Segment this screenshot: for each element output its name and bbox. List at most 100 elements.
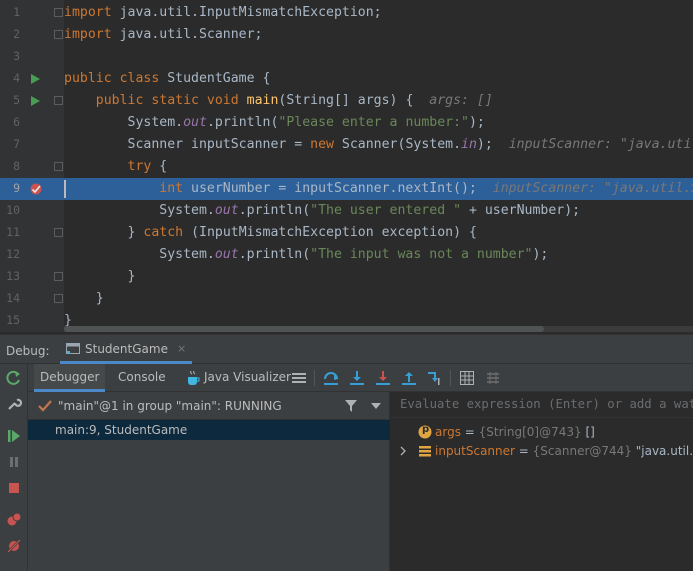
run-method-icon[interactable]	[28, 94, 42, 108]
thread-status: "main"@1 in group "main": RUNNING	[58, 399, 282, 413]
resume-icon	[8, 430, 20, 442]
thread-selector[interactable]: "main"@1 in group "main": RUNNING	[28, 392, 390, 420]
line-number: 9	[13, 181, 20, 195]
mute-breakpoints-button[interactable]	[6, 538, 22, 554]
code-text: import java.util.Scanner;	[64, 27, 263, 42]
step-into-button[interactable]	[348, 369, 366, 387]
code-line-8[interactable]: 8 try {	[0, 156, 693, 178]
run-to-cursor-button[interactable]	[426, 369, 444, 387]
inline-debug-hint: inputScanner: "java.util.Scanner[delimit…	[508, 137, 693, 152]
code-line-2[interactable]: 2 import java.util.Scanner;	[0, 24, 693, 46]
evaluate-expression-input[interactable]: Evaluate expression (Enter) or add a wat…	[391, 392, 693, 418]
toolbar-separator	[450, 370, 451, 386]
code-text: } catch (InputMismatchException exceptio…	[127, 225, 477, 240]
breakpoint-icon[interactable]	[29, 182, 43, 196]
fold-marker[interactable]	[54, 162, 63, 171]
code-line-13[interactable]: 13 }	[0, 266, 693, 288]
variable-row-inputScanner[interactable]: f inputScanner = {Scanner@744} "java.uti…	[391, 440, 693, 462]
fold-marker[interactable]	[54, 228, 63, 237]
stack-frame-row[interactable]: main:9, StudentGame	[28, 420, 390, 440]
variable-ref: {Scanner@744}	[532, 444, 632, 458]
current-execution-line[interactable]: 9 int userNumber = inputScanner.nextInt(…	[0, 178, 693, 200]
rerun-icon	[6, 370, 20, 385]
chevron-right-icon[interactable]	[400, 446, 406, 456]
field-icon	[419, 446, 431, 457]
variable-value: []	[581, 425, 595, 439]
variable-ref: {String[0]@743}	[478, 425, 582, 439]
pause-button[interactable]	[6, 454, 22, 470]
line-number: 12	[6, 247, 20, 261]
code-text: import java.util.InputMismatchException;	[64, 5, 382, 20]
stop-button[interactable]	[6, 480, 22, 496]
view-breakpoints-button[interactable]	[6, 512, 22, 528]
fold-marker[interactable]	[54, 294, 63, 303]
line-number: 11	[6, 225, 20, 239]
check-icon	[38, 400, 52, 412]
horizontal-scrollbar[interactable]	[64, 326, 693, 332]
rerun-button[interactable]	[6, 370, 22, 386]
trace-current-stream-button[interactable]	[484, 369, 502, 387]
debug-left-toolbar	[0, 364, 28, 571]
line-number: 13	[6, 269, 20, 283]
frames-pane: "main"@1 in group "main": RUNNING main:9…	[28, 392, 390, 571]
code-text: public static void main(String[] args) {…	[95, 93, 493, 108]
step-out-button[interactable]	[400, 369, 418, 387]
line-number: 8	[13, 159, 20, 173]
evaluate-placeholder: Evaluate expression (Enter) or add a wat…	[400, 397, 693, 411]
code-text: }	[127, 269, 136, 284]
code-line-12[interactable]: 12 System.out.println("The input was not…	[0, 244, 693, 266]
layout-menu-button[interactable]	[290, 369, 308, 387]
code-line-14[interactable]: 14 }	[0, 288, 693, 310]
wrench-icon	[8, 398, 22, 410]
stream-trace-icon	[487, 372, 499, 384]
code-line-4[interactable]: 4 public class StudentGame {	[0, 68, 693, 90]
code-line-7[interactable]: 7 Scanner inputScanner = new Scanner(Sys…	[0, 134, 693, 156]
run-to-cursor-icon	[428, 372, 440, 385]
tab-debugger[interactable]: Debugger	[34, 364, 106, 392]
line-number: 6	[13, 115, 20, 129]
calculator-icon	[460, 371, 474, 385]
line-number: 15	[6, 313, 20, 327]
code-line-5[interactable]: 5 public static void main(String[] args)…	[0, 90, 693, 112]
code-editor[interactable]: 1 import java.util.InputMismatchExceptio…	[0, 0, 693, 332]
show-execution-point-button[interactable]	[322, 369, 340, 387]
filter-icon[interactable]	[344, 399, 358, 413]
inline-debug-hint: inputScanner: "java.util.Scanner[deli	[492, 181, 693, 196]
fold-marker[interactable]	[54, 8, 63, 17]
code-line-6[interactable]: 6 System.out.println("Please enter a num…	[0, 112, 693, 134]
fold-marker[interactable]	[54, 30, 63, 39]
tab-console[interactable]: Console	[112, 364, 172, 392]
line-number: 3	[13, 49, 20, 63]
variables-pane: Evaluate expression (Enter) or add a wat…	[391, 392, 693, 571]
menu-icon	[292, 373, 306, 383]
line-number: 10	[6, 203, 20, 217]
code-text: System.out.println("Please enter a numbe…	[127, 115, 485, 130]
code-line-3[interactable]: 3	[0, 46, 693, 68]
scrollbar-thumb[interactable]	[64, 326, 544, 332]
force-step-into-button[interactable]	[374, 369, 392, 387]
step-into-icon	[350, 371, 364, 385]
fold-marker[interactable]	[54, 96, 63, 105]
session-tab-label: StudentGame	[85, 341, 168, 356]
fold-marker[interactable]	[54, 272, 63, 281]
resume-button[interactable]	[6, 428, 22, 444]
run-class-icon[interactable]	[28, 72, 42, 86]
code-line-11[interactable]: 11 } catch (InputMismatchException excep…	[0, 222, 693, 244]
close-icon[interactable]: ×	[177, 342, 186, 355]
chevron-down-icon[interactable]	[371, 403, 381, 409]
debug-title: Debug:	[6, 344, 50, 358]
code-line-1[interactable]: 1 import java.util.InputMismatchExceptio…	[0, 2, 693, 24]
tab-java-visualizer[interactable]: Java Visualizer	[198, 364, 297, 392]
force-step-into-icon	[376, 371, 390, 385]
line-number: 5	[13, 93, 20, 107]
debug-session-tab[interactable]: StudentGame ×	[60, 336, 193, 364]
code-text: System.out.println("The input was not a …	[159, 247, 549, 262]
code-line-10[interactable]: 10 System.out.println("The user entered …	[0, 200, 693, 222]
line-number: 7	[13, 137, 20, 151]
evaluate-expression-button[interactable]	[458, 369, 476, 387]
parameter-badge: p	[422, 424, 430, 435]
code-text: int userNumber = inputScanner.nextInt();…	[64, 179, 693, 199]
settings-button[interactable]	[6, 396, 22, 412]
debug-tool-window-header: Debug: StudentGame ×	[0, 334, 693, 364]
code-text: Scanner inputScanner = new Scanner(Syste…	[64, 135, 693, 155]
